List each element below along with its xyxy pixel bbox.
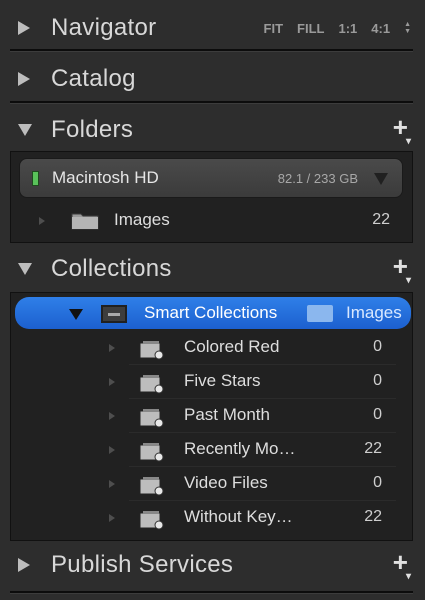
collection-label: Five Stars <box>184 371 261 390</box>
disclosure-triangle-icon <box>109 446 115 454</box>
expand-triangle-icon[interactable] <box>18 21 30 35</box>
zoom-1-1-option[interactable]: 1:1 <box>338 21 357 36</box>
collection-label: Recently Mo… <box>184 439 296 458</box>
publish-services-header[interactable]: Publish Services +▾ <box>0 543 425 587</box>
navigator-zoom-options: FIT FILL 1:1 4:1 ▲ ▼ <box>264 21 411 36</box>
navigator-title: Navigator <box>51 14 157 41</box>
catalog-title: Catalog <box>51 65 136 92</box>
panel-divider <box>10 591 413 594</box>
zoom-4-1-option[interactable]: 4:1 <box>371 21 390 36</box>
collection-count: 0 <box>373 406 382 423</box>
volume-status-icon <box>32 171 39 186</box>
smart-collection-icon <box>139 443 164 462</box>
smart-collections-label: Smart Collections <box>144 303 278 322</box>
smart-collection-icon <box>139 375 164 394</box>
folders-header[interactable]: Folders +▾ <box>0 108 425 152</box>
collection-label: Video Files <box>184 473 268 492</box>
list-item[interactable]: Video Files 0 <box>11 467 412 501</box>
collapse-triangle-icon[interactable] <box>69 309 83 320</box>
collections-title: Collections <box>51 255 172 282</box>
folder-row-images[interactable]: Images 22 <box>11 206 412 236</box>
folder-icon <box>307 305 333 322</box>
smart-collection-icon <box>139 409 164 428</box>
collection-count: 0 <box>373 338 382 355</box>
collection-count: 0 <box>373 474 382 491</box>
collection-count: 22 <box>364 508 382 525</box>
zoom-fit-option[interactable]: FIT <box>264 21 284 36</box>
smart-collections-filter: Images <box>346 303 402 322</box>
collection-label: Without Key… <box>184 507 293 526</box>
folder-icon <box>71 213 99 230</box>
list-item[interactable]: Colored Red 0 <box>11 331 412 365</box>
volume-size: 82.1 / 233 GB <box>277 171 358 186</box>
panel-divider <box>10 101 413 104</box>
smart-collections-set[interactable]: Smart Collections Images <box>15 297 411 329</box>
collections-header[interactable]: Collections +▾ <box>0 247 425 291</box>
collection-label: Colored Red <box>184 337 280 356</box>
expand-triangle-icon[interactable] <box>18 558 30 572</box>
list-item[interactable]: Recently Mo… 22 <box>11 433 412 467</box>
disclosure-triangle-icon <box>109 344 115 352</box>
folder-label: Images <box>114 210 170 229</box>
disclosure-triangle-icon[interactable] <box>39 217 45 225</box>
list-item[interactable]: Past Month 0 <box>11 399 412 433</box>
smart-collection-icon <box>139 477 164 496</box>
smart-collection-icon <box>139 341 164 360</box>
zoom-fill-option[interactable]: FILL <box>297 21 324 36</box>
navigator-header[interactable]: Navigator FIT FILL 1:1 4:1 ▲ ▼ <box>0 6 425 50</box>
collection-set-icon <box>101 305 127 323</box>
disclosure-triangle-icon <box>109 378 115 386</box>
volume-name: Macintosh HD <box>52 168 159 187</box>
list-item[interactable]: Without Key… 22 <box>11 501 412 535</box>
list-item[interactable]: Five Stars 0 <box>11 365 412 399</box>
collapse-triangle-icon[interactable] <box>18 124 32 136</box>
folder-count: 22 <box>372 211 390 228</box>
disclosure-triangle-icon <box>109 514 115 522</box>
add-collection-icon[interactable]: +▾ <box>393 253 411 286</box>
volume-collapse-icon[interactable] <box>374 173 388 185</box>
collection-count: 0 <box>373 372 382 389</box>
publish-services-title: Publish Services <box>51 551 234 578</box>
disclosure-triangle-icon <box>109 480 115 488</box>
disclosure-triangle-icon <box>109 412 115 420</box>
folders-title: Folders <box>51 116 134 143</box>
collapse-triangle-icon[interactable] <box>18 263 32 275</box>
collections-panel: Smart Collections Images Colored Red 0 F… <box>10 292 413 541</box>
zoom-stepper-icon[interactable]: ▲ ▼ <box>404 21 411 35</box>
add-publish-service-icon[interactable]: +▾ <box>393 549 411 582</box>
volume-bar[interactable]: Macintosh HD 82.1 / 233 GB <box>19 158 403 198</box>
expand-triangle-icon[interactable] <box>18 72 30 86</box>
smart-collection-icon <box>139 511 164 530</box>
add-folder-icon[interactable]: +▾ <box>393 114 411 147</box>
catalog-header[interactable]: Catalog <box>0 57 425 101</box>
folders-panel: Macintosh HD 82.1 / 233 GB Images 22 <box>10 151 413 243</box>
collection-label: Past Month <box>184 405 270 424</box>
collection-count: 22 <box>364 440 382 457</box>
panel-divider <box>10 49 413 52</box>
